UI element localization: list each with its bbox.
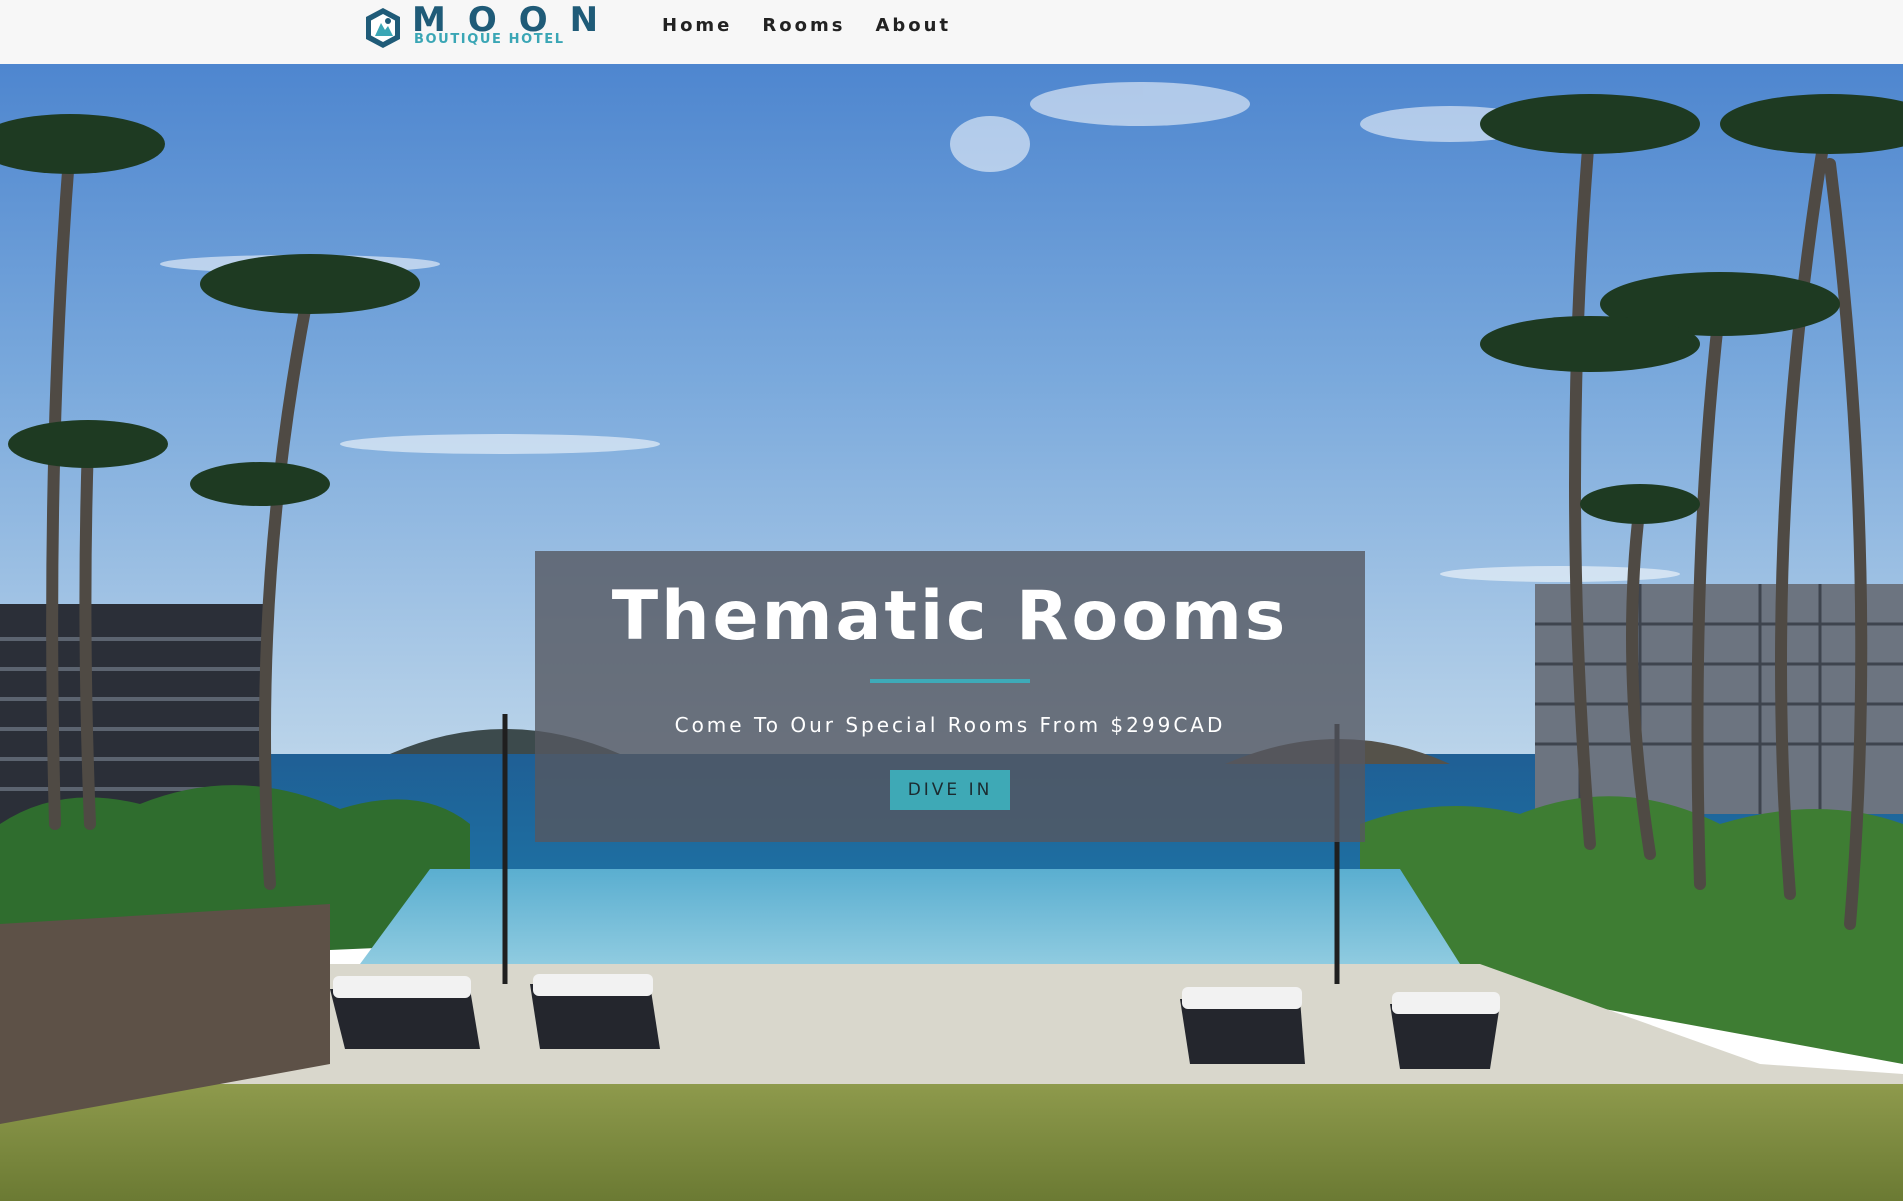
brand-logo[interactable]: MOON BOUTIQUE HOTEL <box>364 2 598 50</box>
brand-tagline: BOUTIQUE HOTEL <box>414 32 565 47</box>
moon-hexagon-logo-icon <box>366 8 400 48</box>
nav-item-rooms[interactable]: Rooms <box>762 13 845 39</box>
hero-subtitle: Come To Our Special Rooms From $299CAD <box>674 713 1226 737</box>
hero-section: Thematic Rooms Come To Our Special Rooms… <box>0 64 1903 1201</box>
title-divider <box>870 679 1030 683</box>
dive-in-button[interactable]: DIVE IN <box>890 770 1010 810</box>
main-nav: Home Rooms About <box>662 13 981 39</box>
hero-overlay-card: Thematic Rooms Come To Our Special Rooms… <box>535 551 1365 842</box>
nav-item-about[interactable]: About <box>875 13 951 39</box>
hero-title: Thematic Rooms <box>611 577 1289 656</box>
nav-item-home[interactable]: Home <box>662 13 732 39</box>
site-header: MOON BOUTIQUE HOTEL Home Rooms About <box>0 0 1903 64</box>
